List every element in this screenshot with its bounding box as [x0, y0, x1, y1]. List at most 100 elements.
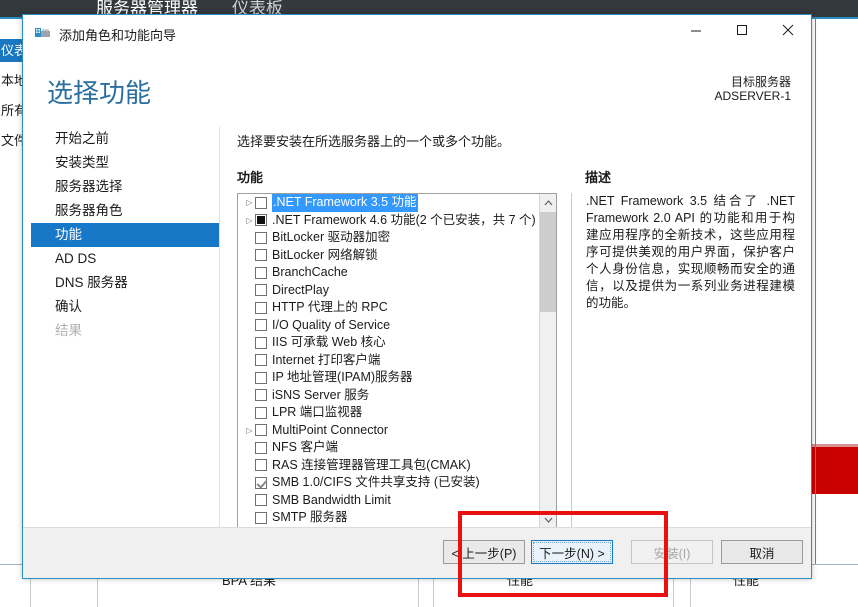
step-nav-divider	[219, 127, 220, 527]
feature-checkbox[interactable]	[255, 459, 267, 472]
step-features[interactable]: 功能	[31, 223, 219, 247]
feature-checkbox[interactable]	[255, 231, 267, 244]
feature-label: BitLocker 驱动器加密	[272, 230, 391, 244]
feature-checkbox[interactable]	[255, 196, 267, 209]
feature-label: SMTP 服务器	[272, 510, 348, 524]
feature-checkbox[interactable]	[255, 249, 267, 262]
screen-root: 服务器管理器 仪表板 仪表板 本地服务器 所有服务器 文件和存储服务 BPA 结…	[0, 0, 858, 607]
feature-list-item[interactable]: iSNS Server 服务	[238, 387, 540, 405]
features-column-header: 功能	[237, 170, 264, 185]
feature-checkbox[interactable]	[255, 354, 267, 367]
expand-triangle-icon[interactable]: ▷	[244, 212, 255, 230]
feature-checkbox[interactable]	[255, 284, 267, 297]
feature-list-item[interactable]: ▷ MultiPoint Connector	[238, 422, 540, 440]
feature-suffix: (2 个已安装，共 7 个)	[415, 212, 536, 227]
dialog-title: 添加角色和功能向导	[59, 28, 177, 43]
feature-checkbox[interactable]	[255, 266, 267, 279]
step-ad-ds[interactable]: AD DS	[31, 247, 219, 271]
dialog-titlebar[interactable]: 添加角色和功能向导	[23, 15, 811, 51]
feature-label: RAS 连接管理器管理工具包(CMAK)	[272, 457, 471, 472]
install-button: 安装(I)	[631, 540, 713, 564]
feature-checkbox[interactable]	[255, 371, 267, 384]
feature-label: .NET Framework 3.5 功能	[272, 194, 418, 212]
page-title: 选择功能	[47, 78, 152, 108]
feature-label: BranchCache	[272, 265, 348, 279]
step-confirmation[interactable]: 确认	[31, 295, 219, 319]
step-server-selection[interactable]: 服务器选择	[31, 175, 219, 199]
step-results: 结果	[55, 323, 82, 338]
feature-label: DirectPlay	[272, 282, 329, 297]
step-dns-server[interactable]: DNS 服务器	[31, 271, 219, 295]
feature-label: Internet 打印客户端	[272, 352, 381, 367]
feature-list-item[interactable]: I/O Quality of Service	[238, 317, 540, 335]
next-button[interactable]: 下一步(N) >	[531, 540, 613, 564]
feature-label: SMB 1.0/CIFS 文件共享支持 (已安装)	[272, 475, 480, 489]
feature-checkbox[interactable]	[255, 319, 267, 332]
feature-list-item[interactable]: ▷ .NET Framework 3.5 功能	[238, 194, 540, 212]
feature-list-item[interactable]: Internet 打印客户端	[238, 352, 540, 370]
feature-label: IP 地址管理(IPAM)服务器	[272, 370, 413, 384]
step-before-you-begin[interactable]: 开始之前	[31, 127, 219, 151]
feature-list-item[interactable]: NFS 客户端	[238, 439, 540, 457]
feature-label: MultiPoint Connector	[272, 422, 389, 437]
feature-list-item[interactable]: RAS 连接管理器管理工具包(CMAK)	[238, 457, 540, 475]
feature-label: .NET Framework 4.6 功能	[272, 212, 416, 227]
step-installation-type[interactable]: 安装类型	[31, 151, 219, 175]
description-text: .NET Framework 3.5 结合了 .NET Framework 2.…	[586, 194, 795, 310]
features-list: ▷ .NET Framework 3.5 功能 ▷ .NET Framework 4.…	[238, 194, 540, 528]
previous-button[interactable]: < 上一步(P)	[443, 540, 525, 564]
close-button[interactable]	[765, 15, 811, 45]
feature-checkbox[interactable]	[255, 301, 267, 314]
scroll-up-icon[interactable]	[540, 194, 556, 211]
wizard-icon	[35, 25, 51, 40]
description-column-header: 描述	[585, 170, 612, 185]
feature-list-item[interactable]: BitLocker 驱动器加密	[238, 229, 540, 247]
add-roles-features-wizard: 添加角色和功能向导 选择功能 目标服务器 ADSERVER-1 开始之前 安装类…	[22, 14, 812, 579]
feature-list-item[interactable]: SMTP 服务器	[238, 509, 540, 527]
feature-list-item[interactable]: SMB Bandwidth Limit	[238, 492, 540, 510]
feature-label: I/O Quality of Service	[272, 317, 391, 332]
feature-checkbox[interactable]	[255, 424, 267, 437]
feature-checkbox[interactable]	[255, 511, 267, 524]
feature-list-item[interactable]: ▷ .NET Framework 4.6 功能 (2 个已安装，共 7 个)	[238, 212, 540, 230]
feature-checkbox[interactable]	[255, 406, 267, 419]
dialog-button-bar: < 上一步(P) 下一步(N) > 安装(I) 取消	[23, 527, 811, 578]
feature-list-item[interactable]: IIS 可承载 Web 核心	[238, 334, 540, 352]
target-server-name: ADSERVER-1	[714, 89, 791, 103]
feature-label: LPR 端口监视器	[272, 405, 363, 419]
feature-label: HTTP 代理上的 RPC	[272, 300, 388, 314]
feature-checkbox[interactable]	[255, 336, 267, 349]
maximize-button[interactable]	[719, 15, 765, 45]
expand-triangle-icon[interactable]: ▷	[244, 194, 255, 212]
feature-list-item[interactable]: BranchCache	[238, 264, 540, 282]
wizard-step-nav: 开始之前 安装类型 服务器选择 服务器角色 功能 AD DS DNS 服务器 确…	[31, 127, 219, 343]
feature-checkbox[interactable]	[255, 476, 267, 489]
feature-list-item[interactable]: IP 地址管理(IPAM)服务器	[238, 369, 540, 387]
feature-list-item[interactable]: BitLocker 网络解锁	[238, 247, 540, 265]
expand-triangle-icon[interactable]: ▷	[244, 422, 255, 440]
instruction-text: 选择要安装在所选服务器上的一个或多个功能。	[237, 134, 511, 149]
feature-list-item[interactable]: SMB 1.0/CIFS 文件共享支持 (已安装)	[238, 474, 540, 492]
background-vertical-line	[815, 19, 816, 564]
description-panel: .NET Framework 3.5 结合了 .NET Framework 2.…	[571, 193, 795, 529]
feature-label: iSNS Server 服务	[272, 387, 370, 402]
feature-checkbox[interactable]	[255, 389, 267, 402]
step-server-roles[interactable]: 服务器角色	[31, 199, 219, 223]
feature-label: BitLocker 网络解锁	[272, 247, 378, 262]
feature-checkbox[interactable]	[255, 214, 267, 227]
feature-checkbox[interactable]	[255, 494, 267, 507]
features-scrollbar[interactable]	[539, 194, 556, 528]
scrollbar-thumb[interactable]	[540, 212, 556, 312]
feature-list-item[interactable]: LPR 端口监视器	[238, 404, 540, 422]
cancel-button[interactable]: 取消	[721, 540, 803, 564]
scroll-down-icon[interactable]	[540, 511, 556, 528]
feature-label: NFS 客户端	[272, 440, 338, 454]
target-server-label: 目标服务器	[730, 75, 791, 89]
feature-label: SMB Bandwidth Limit	[272, 492, 391, 507]
minimize-button[interactable]	[673, 15, 719, 45]
feature-list-item[interactable]: DirectPlay	[238, 282, 540, 300]
features-listbox[interactable]: ▷ .NET Framework 3.5 功能 ▷ .NET Framework 4.…	[237, 193, 557, 529]
feature-checkbox[interactable]	[255, 441, 267, 454]
feature-label: IIS 可承载 Web 核心	[272, 335, 386, 349]
feature-list-item[interactable]: HTTP 代理上的 RPC	[238, 299, 540, 317]
